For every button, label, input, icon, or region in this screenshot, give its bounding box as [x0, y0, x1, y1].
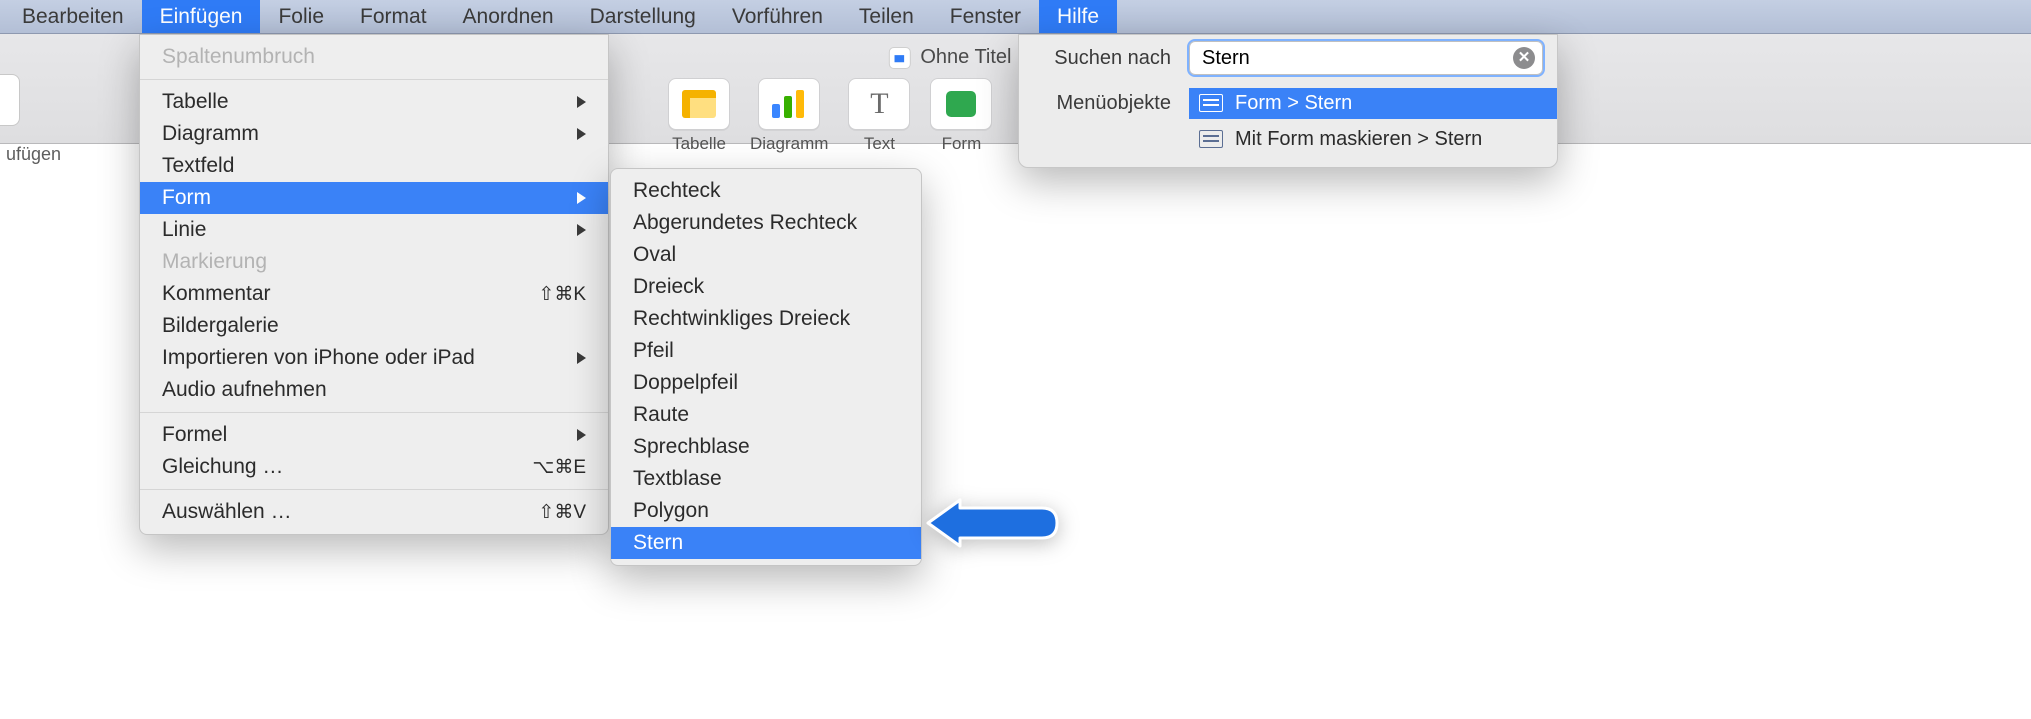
- help-section-label: Menüobjekte: [1019, 92, 1189, 115]
- insert-item-import-iphone[interactable]: Importieren von iPhone oder iPad: [140, 342, 608, 374]
- help-pointer-callout: [926, 498, 1062, 548]
- insert-item-textfeld[interactable]: Textfeld: [140, 150, 608, 182]
- submenu-arrow-icon: [577, 192, 586, 204]
- shape-doppelpfeil[interactable]: Doppelpfeil: [611, 367, 921, 399]
- insert-item-tabelle[interactable]: Tabelle: [140, 86, 608, 118]
- toolbar-table-button[interactable]: Tabelle: [668, 78, 730, 154]
- text-icon: T: [870, 87, 888, 121]
- menu-fenster[interactable]: Fenster: [932, 0, 1039, 33]
- submenu-arrow-icon: [577, 224, 586, 236]
- menu-einfuegen[interactable]: Einfügen: [142, 0, 261, 33]
- toolbar-buttons: Tabelle Diagramm T Text Form: [668, 78, 992, 154]
- toolbar-shape-button[interactable]: Form: [930, 78, 992, 154]
- help-search-label: Suchen nach: [1019, 47, 1189, 70]
- menu-teilen[interactable]: Teilen: [841, 0, 932, 33]
- shortcut: ⌥⌘E: [532, 456, 586, 479]
- menu-darstellung[interactable]: Darstellung: [572, 0, 714, 33]
- menu-hilfe[interactable]: Hilfe: [1039, 0, 1117, 33]
- shape-rechtwinkliges-dreieck[interactable]: Rechtwinkliges Dreieck: [611, 303, 921, 335]
- help-popover: Suchen nach ✕ Menüobjekte Form > Stern M…: [1018, 34, 1558, 168]
- shape-icon: [946, 91, 976, 117]
- insert-item-kommentar[interactable]: Kommentar ⇧⌘K: [140, 278, 608, 310]
- shape-sprechblase[interactable]: Sprechblase: [611, 431, 921, 463]
- table-icon: [682, 90, 716, 118]
- shape-textblase[interactable]: Textblase: [611, 463, 921, 495]
- menu-anordnen[interactable]: Anordnen: [445, 0, 572, 33]
- document-name: Ohne Titel: [920, 46, 1011, 69]
- insert-item-spaltenumbruch: Spaltenumbruch: [140, 41, 608, 73]
- help-result-form-stern[interactable]: Form > Stern: [1189, 88, 1557, 119]
- toolbar-chart-button[interactable]: Diagramm: [750, 78, 828, 154]
- shape-stern[interactable]: Stern: [611, 527, 921, 559]
- shape-pfeil[interactable]: Pfeil: [611, 335, 921, 367]
- menu-separator: [140, 79, 608, 80]
- insert-item-form[interactable]: Form: [140, 182, 608, 214]
- insert-item-diagramm[interactable]: Diagramm: [140, 118, 608, 150]
- shape-dreieck[interactable]: Dreieck: [611, 271, 921, 303]
- menu-separator: [140, 489, 608, 490]
- shape-raute[interactable]: Raute: [611, 399, 921, 431]
- insert-item-auswaehlen[interactable]: Auswählen … ⇧⌘V: [140, 496, 608, 528]
- shortcut: ⇧⌘K: [538, 283, 586, 306]
- submenu-arrow-icon: [577, 429, 586, 441]
- menu-result-icon: [1199, 130, 1223, 148]
- insert-menu: Spaltenumbruch Tabelle Diagramm Textfeld…: [139, 34, 609, 535]
- chart-icon: [772, 90, 806, 118]
- toolbar-text-button[interactable]: T Text: [848, 78, 910, 154]
- menu-format[interactable]: Format: [342, 0, 445, 33]
- insert-item-gleichung[interactable]: Gleichung … ⌥⌘E: [140, 451, 608, 483]
- insert-item-linie[interactable]: Linie: [140, 214, 608, 246]
- insert-item-audio-aufnehmen[interactable]: Audio aufnehmen: [140, 374, 608, 406]
- toolbar-left-tab-fragment: [0, 74, 20, 126]
- shape-submenu: Rechteck Abgerundetes Rechteck Oval Drei…: [610, 168, 922, 566]
- toolbar-left-label-fragment: ufügen: [6, 144, 61, 165]
- keynote-document-icon: [888, 47, 910, 69]
- insert-item-bildergalerie[interactable]: Bildergalerie: [140, 310, 608, 342]
- insert-item-markierung: Markierung: [140, 246, 608, 278]
- menu-separator: [140, 412, 608, 413]
- shape-rechteck[interactable]: Rechteck: [611, 175, 921, 207]
- shape-oval[interactable]: Oval: [611, 239, 921, 271]
- menu-folie[interactable]: Folie: [260, 0, 342, 33]
- submenu-arrow-icon: [577, 96, 586, 108]
- submenu-arrow-icon: [577, 352, 586, 364]
- menu-result-icon: [1199, 94, 1223, 112]
- menu-bearbeiten[interactable]: Bearbeiten: [4, 0, 142, 33]
- menubar: Bearbeiten Einfügen Folie Format Anordne…: [0, 0, 2031, 34]
- clear-search-icon[interactable]: ✕: [1513, 47, 1535, 69]
- shape-polygon[interactable]: Polygon: [611, 495, 921, 527]
- submenu-arrow-icon: [577, 128, 586, 140]
- shape-abgerundetes-rechteck[interactable]: Abgerundetes Rechteck: [611, 207, 921, 239]
- insert-item-formel[interactable]: Formel: [140, 419, 608, 451]
- help-result-mask-stern[interactable]: Mit Form maskieren > Stern: [1189, 124, 1557, 155]
- help-search-input[interactable]: [1189, 41, 1543, 75]
- menu-vorfuehren[interactable]: Vorführen: [714, 0, 841, 33]
- shortcut: ⇧⌘V: [538, 501, 586, 524]
